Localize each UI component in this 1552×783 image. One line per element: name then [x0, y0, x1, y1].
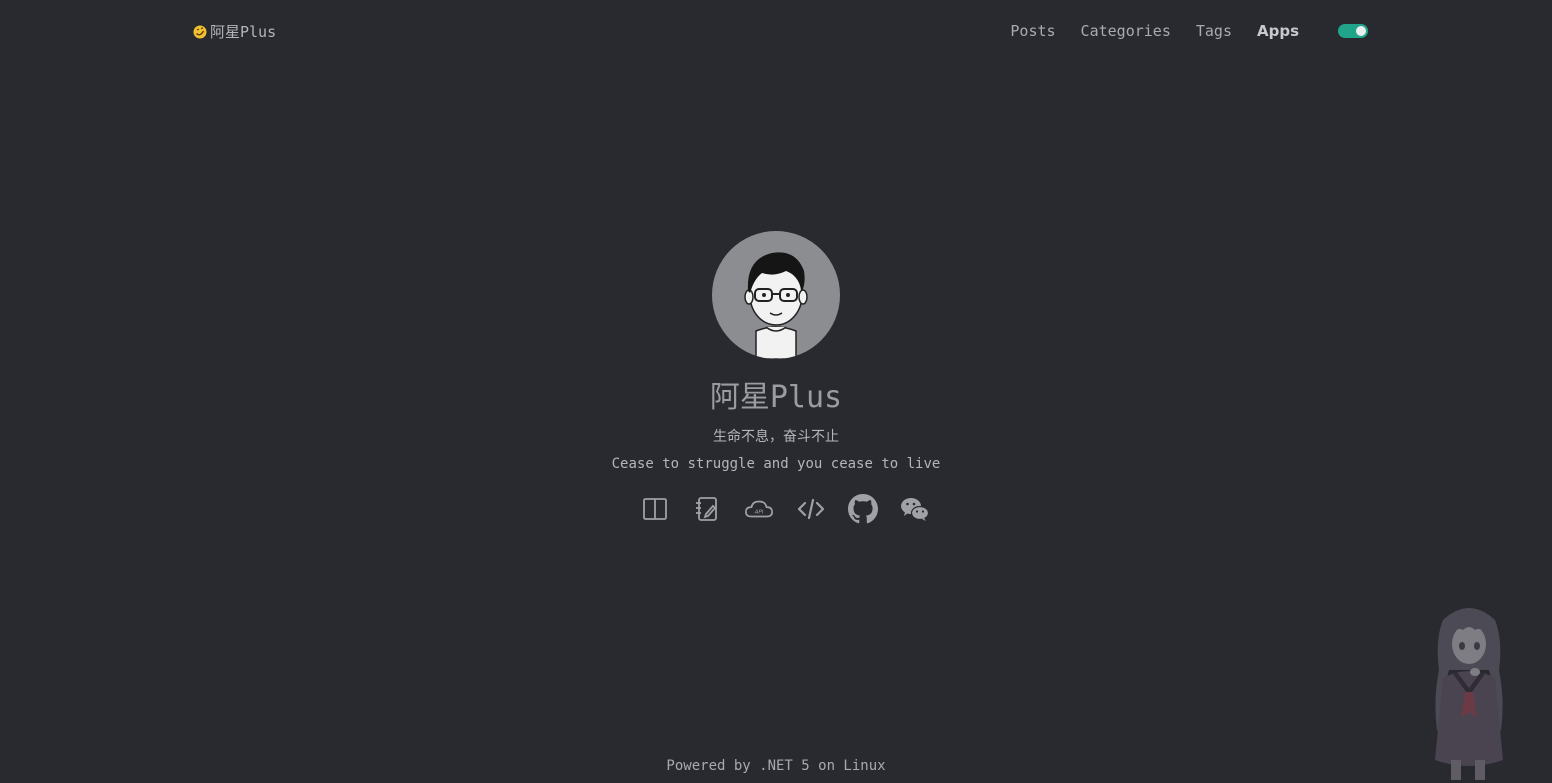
- api-cloud-icon: API: [745, 500, 773, 518]
- book-icon: [643, 498, 667, 520]
- svg-text:API: API: [754, 510, 764, 516]
- anime-mascot-icon[interactable]: [1425, 600, 1513, 780]
- motto-english: Cease to struggle and you cease to live: [611, 456, 941, 472]
- book-link[interactable]: [640, 494, 670, 524]
- social-links: API: [640, 494, 930, 524]
- avatar-cartoon-face-icon: [744, 252, 808, 359]
- motto-chinese: 生命不息，奋斗不止: [713, 429, 839, 445]
- footer: Powered by .NET 5 on Linux: [0, 758, 1552, 774]
- notebook-icon: [696, 497, 717, 521]
- notebook-link[interactable]: [692, 494, 722, 524]
- wechat-link[interactable]: [900, 494, 930, 524]
- nav-categories[interactable]: Categories: [1081, 20, 1171, 42]
- code-link[interactable]: [796, 494, 826, 524]
- nav-posts[interactable]: Posts: [1010, 20, 1055, 42]
- api-link[interactable]: API: [744, 494, 774, 524]
- nav-tags[interactable]: Tags: [1196, 20, 1232, 42]
- github-link[interactable]: [848, 494, 878, 524]
- github-icon: [848, 494, 878, 524]
- profile-name: 阿星Plus: [709, 380, 843, 415]
- page: 阿星Plus Posts Categories Tags Apps 阿星Plus…: [0, 0, 1552, 783]
- site-brand-link[interactable]: 阿星Plus: [193, 21, 276, 42]
- theme-toggle[interactable]: [1338, 24, 1368, 38]
- footer-powered-by[interactable]: Powered by .NET 5 on Linux: [666, 758, 885, 774]
- main-nav: Posts Categories Tags Apps: [985, 20, 1368, 42]
- avatar: [712, 231, 840, 359]
- wechat-icon: [901, 498, 930, 521]
- laughing-emoji-logo-icon: [193, 25, 207, 38]
- code-icon: [797, 498, 825, 520]
- brand-name: 阿星Plus: [210, 23, 277, 41]
- theme-toggle-knob: [1356, 26, 1366, 36]
- nav-apps[interactable]: Apps: [1257, 20, 1299, 42]
